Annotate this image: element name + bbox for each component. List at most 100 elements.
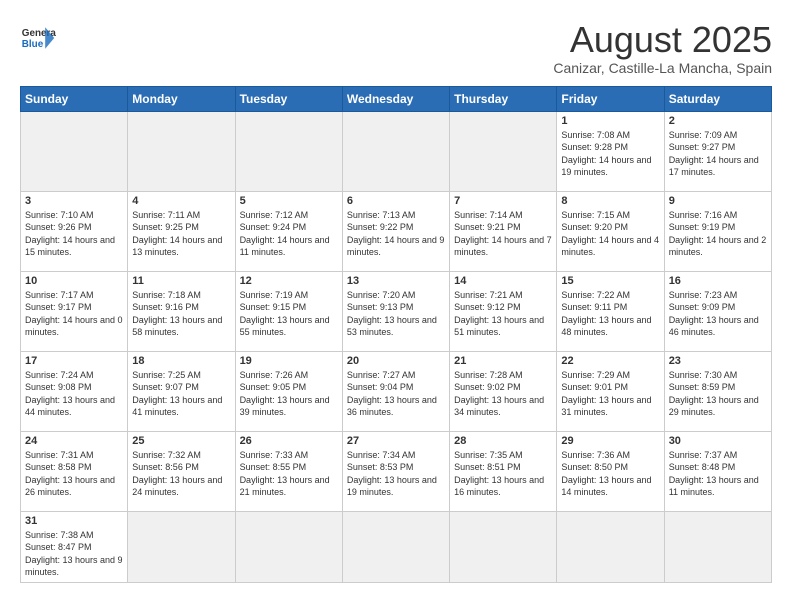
calendar-day-cell [342, 111, 449, 191]
calendar-day-cell [128, 111, 235, 191]
calendar-day-cell [557, 511, 664, 582]
day-number: 23 [669, 355, 767, 367]
day-number: 25 [132, 435, 230, 447]
day-info: Sunrise: 7:15 AM Sunset: 9:20 PM Dayligh… [561, 209, 659, 259]
day-info: Sunrise: 7:36 AM Sunset: 8:50 PM Dayligh… [561, 449, 659, 499]
calendar-subtitle: Canizar, Castille-La Mancha, Spain [553, 60, 772, 76]
calendar-week-row: 31 Sunrise: 7:38 AM Sunset: 8:47 PM Dayli… [21, 511, 772, 582]
calendar-day-cell: 27 Sunrise: 7:34 AM Sunset: 8:53 PM Dayli… [342, 431, 449, 511]
day-number: 26 [240, 435, 338, 447]
day-info: Sunrise: 7:26 AM Sunset: 9:05 PM Dayligh… [240, 369, 338, 419]
calendar-day-cell: 19 Sunrise: 7:26 AM Sunset: 9:05 PM Dayli… [235, 351, 342, 431]
day-number: 18 [132, 355, 230, 367]
svg-text:Blue: Blue [22, 39, 44, 50]
calendar-week-row: 17 Sunrise: 7:24 AM Sunset: 9:08 PM Dayli… [21, 351, 772, 431]
day-info: Sunrise: 7:09 AM Sunset: 9:27 PM Dayligh… [669, 129, 767, 179]
day-number: 4 [132, 195, 230, 207]
day-info: Sunrise: 7:10 AM Sunset: 9:26 PM Dayligh… [25, 209, 123, 259]
day-number: 24 [25, 435, 123, 447]
calendar-day-cell [235, 511, 342, 582]
calendar-day-cell: 18Sunrise: 7:25 AM Sunset: 9:07 PM Dayli… [128, 351, 235, 431]
day-info: Sunrise: 7:08 AM Sunset: 9:28 PM Dayligh… [561, 129, 659, 179]
day-info: Sunrise: 7:29 AM Sunset: 9:01 PM Dayligh… [561, 369, 659, 419]
day-number: 16 [669, 275, 767, 287]
calendar-title: August 2025 [553, 20, 772, 60]
column-header-thursday: Thursday [450, 86, 557, 111]
column-header-monday: Monday [128, 86, 235, 111]
calendar-day-cell: 29Sunrise: 7:36 AM Sunset: 8:50 PM Dayli… [557, 431, 664, 511]
calendar-day-cell: 6 Sunrise: 7:13 AM Sunset: 9:22 PM Daylig… [342, 191, 449, 271]
day-number: 17 [25, 355, 123, 367]
calendar-day-cell: 12Sunrise: 7:19 AM Sunset: 9:15 PM Dayli… [235, 271, 342, 351]
day-info: Sunrise: 7:22 AM Sunset: 9:11 PM Dayligh… [561, 289, 659, 339]
calendar-day-cell [664, 511, 771, 582]
day-number: 10 [25, 275, 123, 287]
day-number: 2 [669, 115, 767, 127]
calendar-day-cell: 14Sunrise: 7:21 AM Sunset: 9:12 PM Dayli… [450, 271, 557, 351]
calendar-week-row: 24 Sunrise: 7:31 AM Sunset: 8:58 PM Dayli… [21, 431, 772, 511]
day-number: 14 [454, 275, 552, 287]
calendar-day-cell [450, 511, 557, 582]
calendar-day-cell: 11Sunrise: 7:18 AM Sunset: 9:16 PM Dayli… [128, 271, 235, 351]
calendar-day-cell: 8Sunrise: 7:15 AM Sunset: 9:20 PM Daylig… [557, 191, 664, 271]
day-number: 12 [240, 275, 338, 287]
calendar-week-row: 1 Sunrise: 7:08 AM Sunset: 9:28 PM Daylig… [21, 111, 772, 191]
page-header: General Blue August 2025 Canizar, Castil… [20, 20, 772, 76]
calendar-day-cell: 26 Sunrise: 7:33 AM Sunset: 8:55 PM Dayli… [235, 431, 342, 511]
day-info: Sunrise: 7:11 AM Sunset: 9:25 PM Dayligh… [132, 209, 230, 259]
column-header-tuesday: Tuesday [235, 86, 342, 111]
day-number: 13 [347, 275, 445, 287]
day-info: Sunrise: 7:38 AM Sunset: 8:47 PM Dayligh… [25, 529, 123, 579]
day-number: 27 [347, 435, 445, 447]
day-number: 28 [454, 435, 552, 447]
calendar-day-cell: 3Sunrise: 7:10 AM Sunset: 9:26 PM Daylig… [21, 191, 128, 271]
calendar-day-cell [128, 511, 235, 582]
calendar-day-cell: 5 Sunrise: 7:12 AM Sunset: 9:24 PM Daylig… [235, 191, 342, 271]
day-info: Sunrise: 7:33 AM Sunset: 8:55 PM Dayligh… [240, 449, 338, 499]
calendar-day-cell: 1 Sunrise: 7:08 AM Sunset: 9:28 PM Daylig… [557, 111, 664, 191]
calendar-day-cell: 31 Sunrise: 7:38 AM Sunset: 8:47 PM Dayli… [21, 511, 128, 582]
column-header-sunday: Sunday [21, 86, 128, 111]
calendar-day-cell: 25Sunrise: 7:32 AM Sunset: 8:56 PM Dayli… [128, 431, 235, 511]
day-info: Sunrise: 7:34 AM Sunset: 8:53 PM Dayligh… [347, 449, 445, 499]
day-number: 15 [561, 275, 659, 287]
day-number: 31 [25, 515, 123, 527]
calendar-day-cell: 4 Sunrise: 7:11 AM Sunset: 9:25 PM Daylig… [128, 191, 235, 271]
day-info: Sunrise: 7:31 AM Sunset: 8:58 PM Dayligh… [25, 449, 123, 499]
calendar-day-cell: 16 Sunrise: 7:23 AM Sunset: 9:09 PM Dayli… [664, 271, 771, 351]
calendar-day-cell: 2 Sunrise: 7:09 AM Sunset: 9:27 PM Daylig… [664, 111, 771, 191]
calendar-table: SundayMondayTuesdayWednesdayThursdayFrid… [20, 86, 772, 583]
day-number: 11 [132, 275, 230, 287]
day-number: 30 [669, 435, 767, 447]
calendar-day-cell [21, 111, 128, 191]
calendar-week-row: 3Sunrise: 7:10 AM Sunset: 9:26 PM Daylig… [21, 191, 772, 271]
calendar-day-cell: 28Sunrise: 7:35 AM Sunset: 8:51 PM Dayli… [450, 431, 557, 511]
day-info: Sunrise: 7:13 AM Sunset: 9:22 PM Dayligh… [347, 209, 445, 259]
calendar-day-cell: 15 Sunrise: 7:22 AM Sunset: 9:11 PM Dayli… [557, 271, 664, 351]
day-number: 1 [561, 115, 659, 127]
calendar-day-cell: 22Sunrise: 7:29 AM Sunset: 9:01 PM Dayli… [557, 351, 664, 431]
day-info: Sunrise: 7:12 AM Sunset: 9:24 PM Dayligh… [240, 209, 338, 259]
day-info: Sunrise: 7:23 AM Sunset: 9:09 PM Dayligh… [669, 289, 767, 339]
logo-icon: General Blue [20, 20, 56, 56]
day-info: Sunrise: 7:17 AM Sunset: 9:17 PM Dayligh… [25, 289, 123, 339]
day-number: 19 [240, 355, 338, 367]
calendar-header-row: SundayMondayTuesdayWednesdayThursdayFrid… [21, 86, 772, 111]
day-info: Sunrise: 7:27 AM Sunset: 9:04 PM Dayligh… [347, 369, 445, 419]
day-info: Sunrise: 7:24 AM Sunset: 9:08 PM Dayligh… [25, 369, 123, 419]
calendar-day-cell: 10 Sunrise: 7:17 AM Sunset: 9:17 PM Dayli… [21, 271, 128, 351]
calendar-week-row: 10 Sunrise: 7:17 AM Sunset: 9:17 PM Dayli… [21, 271, 772, 351]
day-number: 5 [240, 195, 338, 207]
logo: General Blue [20, 20, 56, 56]
day-info: Sunrise: 7:20 AM Sunset: 9:13 PM Dayligh… [347, 289, 445, 339]
day-number: 6 [347, 195, 445, 207]
day-number: 20 [347, 355, 445, 367]
calendar-day-cell: 7Sunrise: 7:14 AM Sunset: 9:21 PM Daylig… [450, 191, 557, 271]
calendar-day-cell: 9Sunrise: 7:16 AM Sunset: 9:19 PM Daylig… [664, 191, 771, 271]
calendar-day-cell: 20 Sunrise: 7:27 AM Sunset: 9:04 PM Dayli… [342, 351, 449, 431]
calendar-day-cell: 13 Sunrise: 7:20 AM Sunset: 9:13 PM Dayli… [342, 271, 449, 351]
calendar-day-cell [235, 111, 342, 191]
day-number: 7 [454, 195, 552, 207]
calendar-day-cell: 23 Sunrise: 7:30 AM Sunset: 8:59 PM Dayli… [664, 351, 771, 431]
day-info: Sunrise: 7:30 AM Sunset: 8:59 PM Dayligh… [669, 369, 767, 419]
